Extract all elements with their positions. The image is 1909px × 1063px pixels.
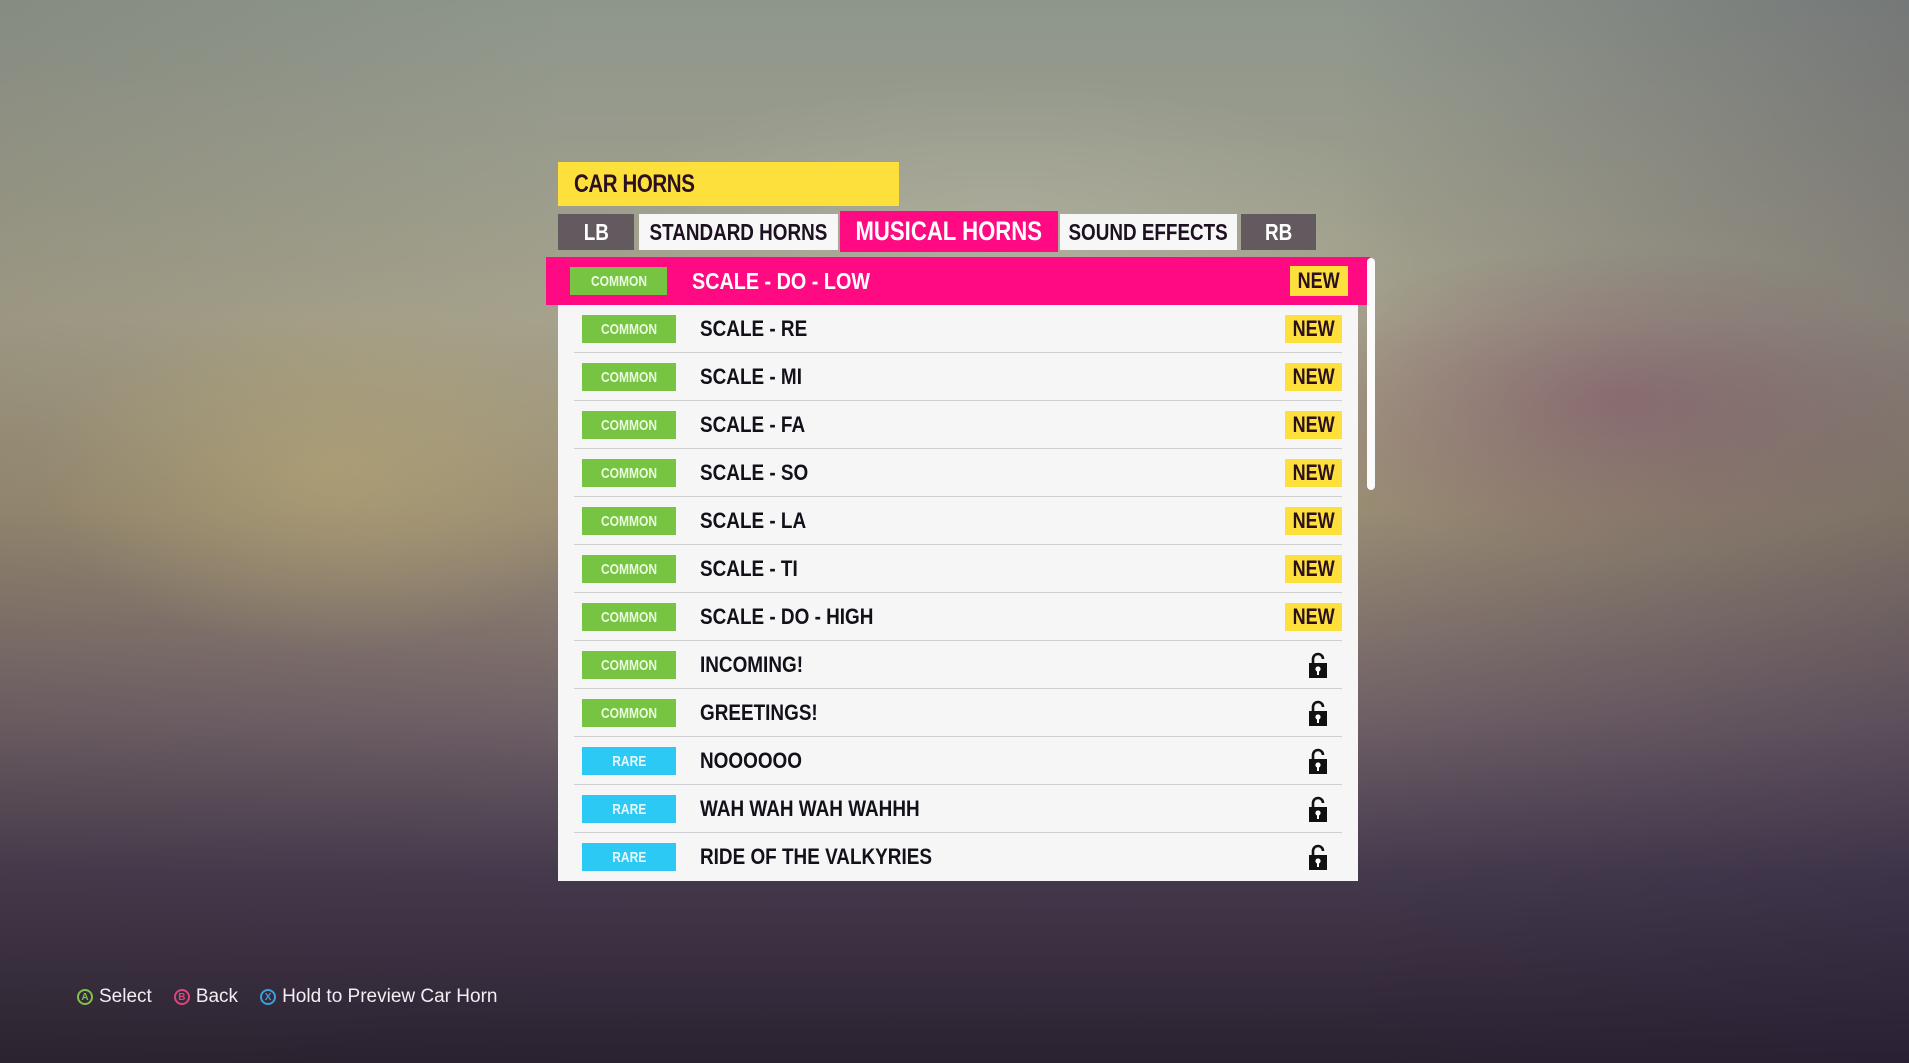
rarity-badge: RARE	[582, 747, 676, 775]
rarity-badge: COMMON	[582, 411, 676, 439]
horn-name: SCALE - RE	[700, 316, 808, 341]
list-item[interactable]: COMMON GREETINGS!	[558, 689, 1358, 737]
hint-select[interactable]: A Select	[77, 986, 152, 1008]
horn-name: SCALE - DO - LOW	[692, 267, 871, 294]
new-badge: NEW	[1285, 555, 1342, 583]
new-badge: NEW	[1285, 363, 1342, 391]
rarity-badge: COMMON	[582, 699, 676, 727]
list-item[interactable]: COMMON INCOMING!	[558, 641, 1358, 689]
hint-label: Back	[195, 986, 239, 1007]
lb-label: LB	[583, 218, 609, 245]
b-button-icon: B	[173, 989, 190, 1005]
horn-name: SCALE - DO - HIGH	[700, 604, 874, 629]
button-hints: A Select B Back X Hold to Preview Car Ho…	[77, 986, 497, 1008]
list-item[interactable]: COMMON SCALE - LA NEW	[558, 497, 1358, 545]
unlocked-padlock-icon	[1308, 652, 1328, 678]
tab-sound-effects[interactable]: SOUND EFFECTS	[1060, 214, 1237, 250]
horn-list: COMMON SCALE - RE NEW COMMON SCALE - MI NEW CO…	[558, 305, 1358, 881]
page-title-box: CAR HORNS	[558, 162, 899, 206]
tab-musical-horns[interactable]: MUSICAL HORNS	[840, 211, 1058, 252]
rb-label: RB	[1264, 218, 1293, 245]
horn-name: SCALE - LA	[700, 508, 807, 533]
tab-label: STANDARD HORNS	[649, 218, 828, 245]
tab-next-bumper[interactable]: RB	[1241, 214, 1316, 250]
list-item[interactable]: COMMON SCALE - DO - HIGH NEW	[558, 593, 1358, 641]
unlocked-padlock-icon	[1308, 796, 1328, 822]
hint-back[interactable]: B Back	[173, 986, 239, 1008]
scrollbar[interactable]	[1367, 258, 1375, 490]
tab-label: SOUND EFFECTS	[1068, 218, 1229, 245]
horn-name: INCOMING!	[700, 652, 803, 677]
tab-standard-horns[interactable]: STANDARD HORNS	[639, 214, 838, 250]
unlocked-padlock-icon	[1308, 700, 1328, 726]
page-title: CAR HORNS	[574, 169, 695, 198]
horn-name: SCALE - SO	[700, 460, 809, 485]
rarity-badge: COMMON	[582, 507, 676, 535]
list-item[interactable]: RARE RIDE OF THE VALKYRIES	[558, 833, 1358, 881]
horn-name: SCALE - TI	[700, 556, 798, 581]
hint-label: Hold to Preview Car Horn	[282, 986, 498, 1007]
new-badge: NEW	[1290, 266, 1348, 296]
list-item-selected[interactable]: COMMON SCALE - DO - LOW NEW	[546, 257, 1370, 305]
new-badge: NEW	[1285, 507, 1342, 535]
rarity-badge: COMMON	[582, 459, 676, 487]
rarity-badge: COMMON	[582, 315, 676, 343]
list-item[interactable]: COMMON SCALE - MI NEW	[558, 353, 1358, 401]
list-item[interactable]: COMMON SCALE - FA NEW	[558, 401, 1358, 449]
unlocked-padlock-icon	[1308, 748, 1328, 774]
horn-name: RIDE OF THE VALKYRIES	[700, 844, 932, 869]
horn-name: NOOOOOO	[700, 748, 802, 773]
horn-name: SCALE - MI	[700, 364, 802, 389]
horn-name: WAH WAH WAH WAHHH	[700, 796, 920, 821]
new-badge: NEW	[1285, 459, 1342, 487]
x-button-icon: X	[260, 989, 277, 1005]
list-item[interactable]: COMMON SCALE - SO NEW	[558, 449, 1358, 497]
new-badge: NEW	[1285, 603, 1342, 631]
a-button-icon: A	[77, 989, 93, 1005]
horn-name: GREETINGS!	[700, 700, 818, 725]
tab-prev-bumper[interactable]: LB	[558, 214, 634, 250]
rarity-badge: COMMON	[570, 267, 667, 295]
horn-name: SCALE - FA	[700, 412, 806, 437]
rarity-badge: COMMON	[582, 603, 676, 631]
rarity-badge: RARE	[582, 843, 676, 871]
hint-label: Select	[99, 986, 152, 1007]
rarity-badge: COMMON	[582, 651, 676, 679]
new-badge: NEW	[1285, 315, 1342, 343]
new-badge: NEW	[1285, 411, 1342, 439]
rarity-badge: RARE	[582, 795, 676, 823]
rarity-badge: COMMON	[582, 555, 676, 583]
list-item[interactable]: COMMON SCALE - TI NEW	[558, 545, 1358, 593]
unlocked-padlock-icon	[1308, 844, 1328, 870]
tab-label: MUSICAL HORNS	[855, 216, 1043, 246]
list-item[interactable]: RARE WAH WAH WAH WAHHH	[558, 785, 1358, 833]
list-item[interactable]: RARE NOOOOOO	[558, 737, 1358, 785]
list-item[interactable]: COMMON SCALE - RE NEW	[558, 305, 1358, 353]
rarity-badge: COMMON	[582, 363, 676, 391]
hint-preview[interactable]: X Hold to Preview Car Horn	[260, 986, 497, 1008]
